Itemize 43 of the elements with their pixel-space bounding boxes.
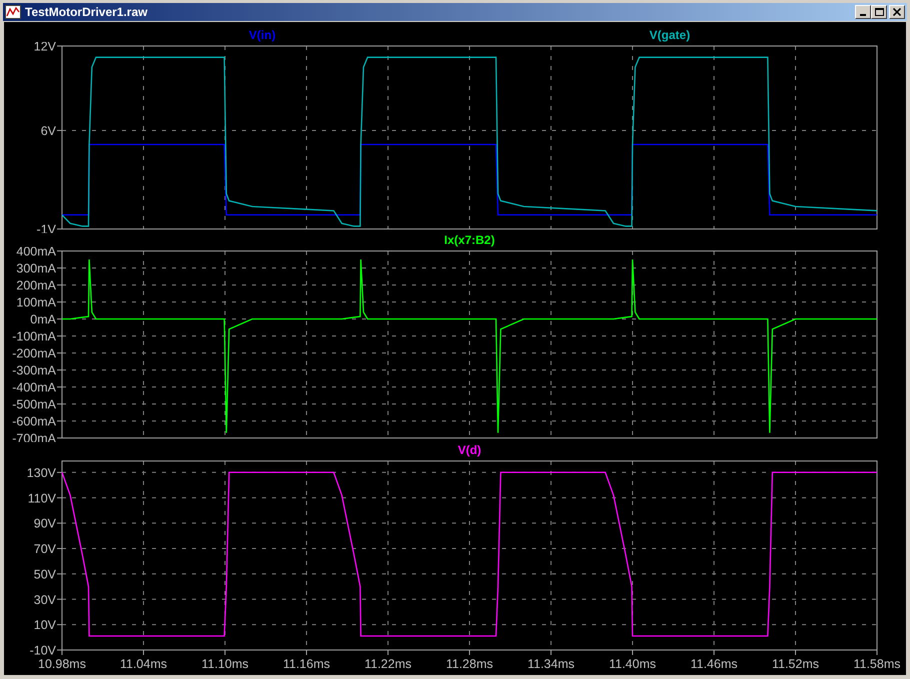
x-axis-label: 11.46ms <box>690 657 738 671</box>
x-axis-label: 11.58ms <box>854 657 900 671</box>
trace-legend-label: V(in) <box>248 29 276 42</box>
trace-legend-label: V(gate) <box>649 29 690 42</box>
y-axis-label: 10V <box>34 618 56 632</box>
y-axis-label: 110V <box>28 491 56 506</box>
close-icon <box>893 8 901 16</box>
x-axis-label: 11.52ms <box>772 657 819 671</box>
x-axis-label: 11.22ms <box>364 657 412 671</box>
y-axis-label: -200mA <box>12 346 56 360</box>
y-axis-label: 300mA <box>16 262 56 276</box>
y-axis-label: -300mA <box>12 364 56 378</box>
x-axis-label: 11.40ms <box>609 657 656 671</box>
x-axis-label: 11.34ms <box>528 657 574 671</box>
y-axis-label: 6V <box>40 124 56 138</box>
y-axis-label: -500mA <box>12 398 56 412</box>
y-axis-label: -600mA <box>12 414 56 428</box>
x-axis-label: 11.28ms <box>446 657 493 671</box>
y-axis-label: -10V <box>30 644 56 658</box>
trace-legend-label: V(d) <box>458 444 482 457</box>
maximize-icon <box>874 8 884 16</box>
y-axis-label: 30V <box>34 592 56 607</box>
y-axis-label: 200mA <box>16 278 56 292</box>
y-axis-label: -400mA <box>12 380 56 394</box>
close-button[interactable] <box>889 5 905 19</box>
waveform-window-icon <box>5 5 21 19</box>
y-axis-label: 0mA <box>30 312 56 326</box>
window-title: TestMotorDriver1.raw <box>25 5 148 19</box>
y-axis-label: 70V <box>34 542 56 556</box>
y-axis-label: 90V <box>34 516 56 531</box>
maximize-button[interactable] <box>871 5 887 19</box>
trace-legend-label: Ix(x7:B2) <box>444 234 495 247</box>
x-axis-label: 11.10ms <box>202 657 248 671</box>
minimize-button[interactable] <box>855 5 871 19</box>
y-axis-label: 12V <box>34 42 56 54</box>
y-axis-label: 50V <box>34 567 56 582</box>
y-axis-label: 100mA <box>16 296 56 310</box>
x-axis-label: 11.16ms <box>283 657 330 671</box>
y-axis-label: 130V <box>26 466 56 480</box>
x-axis-label: 10.98ms <box>38 657 86 671</box>
y-axis-label: -100mA <box>12 330 56 344</box>
y-axis-label: 400mA <box>16 247 56 258</box>
x-axis-label: 11.04ms <box>120 657 167 671</box>
